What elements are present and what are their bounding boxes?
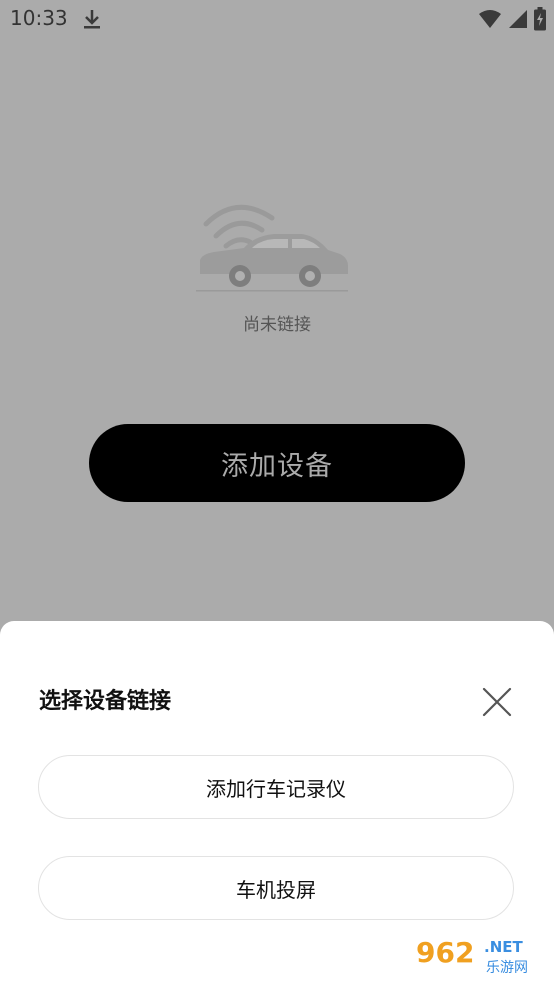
- status-bar: 10:33: [0, 0, 554, 40]
- battery-charging-icon: [534, 7, 546, 35]
- connection-status-text: 尚未链接: [243, 315, 311, 335]
- watermark-logo: 962 .NET 乐游网: [410, 930, 548, 978]
- wifi-icon: [478, 8, 502, 34]
- watermark-brand: 962: [416, 936, 474, 969]
- watermark-suffix: .NET: [484, 938, 523, 956]
- signal-icon: [508, 8, 528, 34]
- close-icon[interactable]: [480, 685, 514, 719]
- car-screen-projection-button[interactable]: 车机投屏: [38, 856, 514, 920]
- sheet-title: 选择设备链接: [39, 689, 172, 714]
- watermark-subtitle: 乐游网: [486, 960, 528, 976]
- car-disconnected-illustration: [192, 200, 352, 300]
- status-time: 10:33: [10, 6, 68, 30]
- download-icon: [82, 8, 102, 34]
- add-device-button[interactable]: 添加设备: [89, 424, 465, 502]
- add-dashcam-button[interactable]: 添加行车记录仪: [38, 755, 514, 819]
- status-icons: [478, 7, 546, 35]
